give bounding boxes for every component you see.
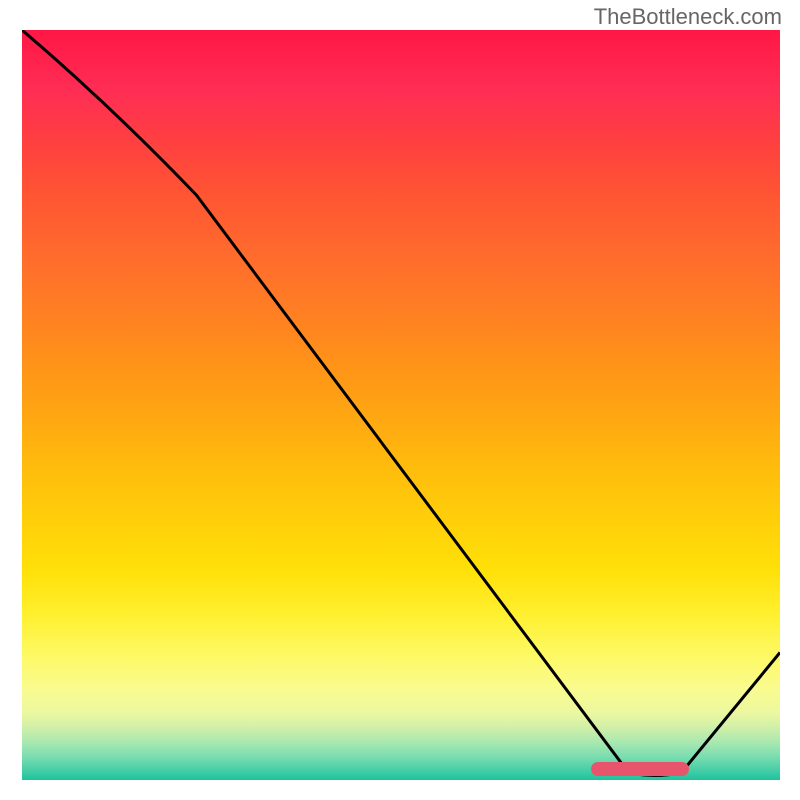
watermark-text: TheBottleneck.com bbox=[594, 4, 782, 30]
bottleneck-curve bbox=[22, 30, 780, 776]
curve-svg bbox=[22, 30, 780, 780]
chart-container bbox=[22, 30, 780, 780]
optimal-range-marker bbox=[591, 762, 690, 776]
